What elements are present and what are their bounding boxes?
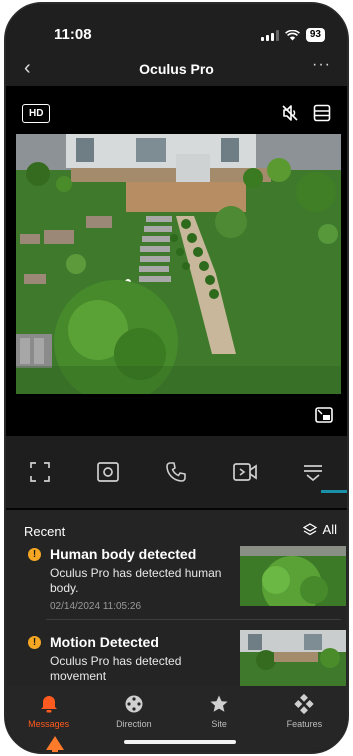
alert-icon: !	[28, 636, 41, 649]
alert-icon: !	[28, 548, 41, 561]
camera-feed-image	[16, 134, 341, 394]
joystick-icon	[125, 695, 143, 713]
tab-label: Direction	[116, 719, 152, 729]
tab-label: Features	[286, 719, 323, 729]
event-timestamp: 02/14/2024 11:05:26	[50, 601, 142, 612]
battery-indicator: 93	[305, 28, 325, 42]
call-button[interactable]	[162, 458, 190, 486]
call-icon	[166, 462, 187, 482]
more-controls-icon	[303, 465, 322, 482]
event-title: Human body detected	[50, 546, 197, 562]
pointer-arrow-icon	[46, 736, 64, 752]
picture-in-picture-icon[interactable]	[313, 404, 335, 426]
event-description: Oculus Pro has detected human body.	[50, 566, 222, 595]
grid-icon	[294, 694, 315, 714]
snapshot-icon	[97, 462, 120, 482]
bell-icon	[40, 696, 57, 713]
bottom-tab-bar: Messages Direction Site Features	[6, 686, 347, 752]
page-title: Oculus Pro	[139, 61, 214, 77]
nav-bar: ‹ Oculus Pro ···	[6, 50, 347, 86]
record-button[interactable]	[231, 458, 259, 486]
snapshot-button[interactable]	[94, 458, 122, 486]
tab-label: Messages	[28, 719, 70, 729]
event-thumbnail	[240, 546, 346, 606]
event-description: Oculus Pro has detected movement	[50, 654, 182, 683]
playback-controls	[6, 436, 347, 508]
status-icons: 93	[260, 28, 325, 42]
star-icon	[210, 695, 228, 712]
signal-icon	[260, 29, 279, 41]
divider	[46, 619, 341, 620]
phone-screen: 11:08 93 ‹ Oculus Pro ··· HD Recent All …	[4, 2, 349, 754]
scroll-handle[interactable]	[321, 490, 347, 493]
layers-icon	[302, 522, 317, 535]
record-icon	[232, 463, 257, 481]
event-title: Motion Detected	[50, 634, 159, 650]
tab-label: Site	[211, 719, 227, 729]
hd-quality-button[interactable]: HD	[22, 104, 51, 123]
status-bar: 11:08 93	[6, 4, 347, 56]
mute-icon[interactable]	[279, 102, 301, 124]
filter-all-label: All	[322, 522, 337, 537]
fullscreen-button[interactable]	[26, 458, 54, 486]
live-video-area: HD	[6, 86, 347, 436]
more-options-button[interactable]: ···	[312, 56, 331, 74]
wifi-icon	[284, 29, 300, 40]
section-title: Recent	[24, 524, 66, 539]
fullscreen-icon	[30, 462, 50, 482]
status-time: 11:08	[54, 26, 92, 43]
home-indicator[interactable]	[124, 740, 236, 744]
layout-icon[interactable]	[311, 102, 333, 124]
event-thumbnail	[240, 630, 346, 690]
recent-events-panel: Recent All ! Human body detected Oculus …	[6, 510, 347, 690]
more-controls-button[interactable]	[299, 458, 327, 486]
tab-features[interactable]: Features	[262, 686, 347, 752]
filter-all-button[interactable]: All	[302, 522, 337, 537]
